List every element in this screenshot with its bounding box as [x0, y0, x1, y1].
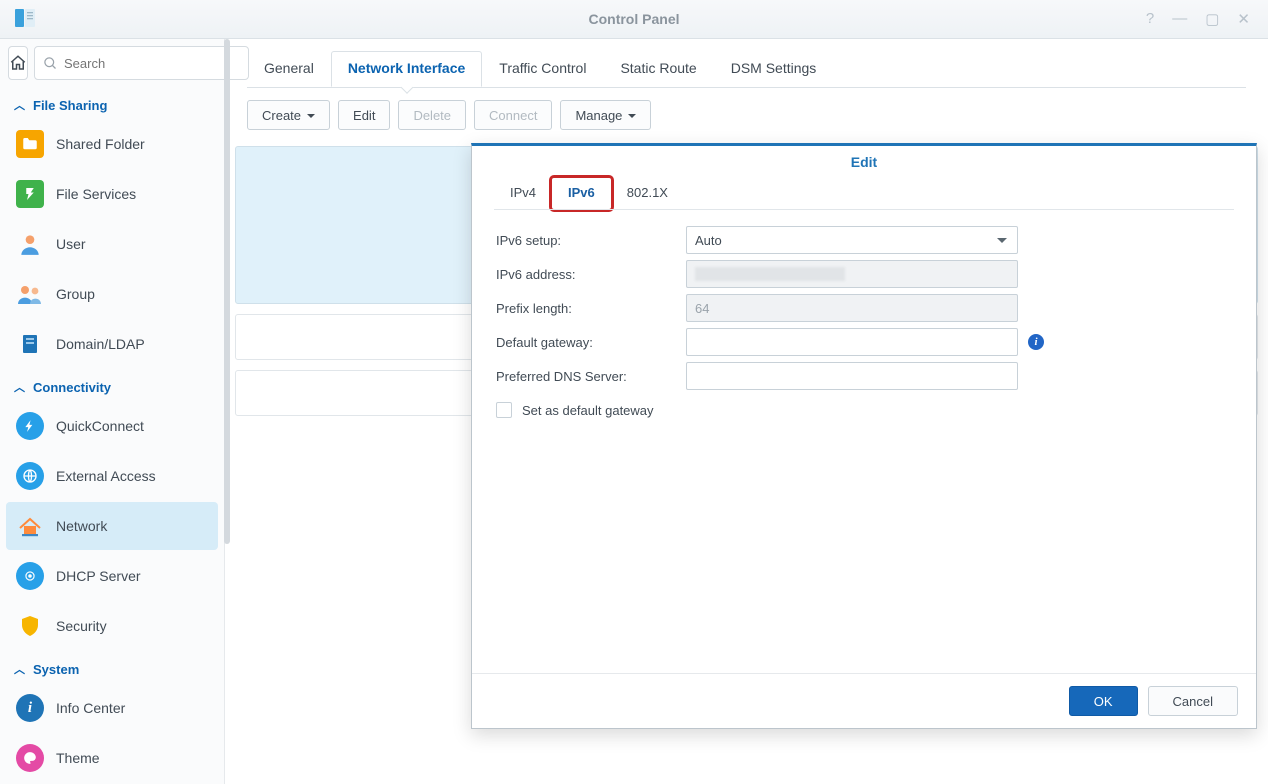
content-area: General Network Interface Traffic Contro… [225, 39, 1268, 784]
tab-static-route[interactable]: Static Route [603, 51, 713, 87]
sidebar: ︿File Sharing Shared Folder File Service… [0, 39, 225, 784]
app-icon [14, 7, 36, 31]
tab-general[interactable]: General [247, 51, 331, 87]
chevron-up-icon: ︿ [14, 661, 25, 677]
sidebar-item-group[interactable]: Group [6, 270, 218, 318]
sidebar-item-quickconnect[interactable]: QuickConnect [6, 402, 218, 450]
edit-modal: Edit IPv4 IPv6 802.1X IPv6 setup: Auto I… [471, 143, 1257, 729]
modal-tab-8021x[interactable]: 802.1X [611, 178, 684, 209]
sidebar-item-theme[interactable]: Theme [6, 734, 218, 782]
tab-network-interface[interactable]: Network Interface [331, 51, 482, 87]
set-default-gateway-checkbox[interactable] [496, 402, 512, 418]
sidebar-item-security[interactable]: Security [6, 602, 218, 650]
default-gateway-field[interactable] [686, 328, 1018, 356]
window-title: Control Panel [0, 11, 1268, 27]
home-button[interactable] [8, 46, 28, 80]
sidebar-item-external-access[interactable]: External Access [6, 452, 218, 500]
ipv6-form: IPv6 setup: Auto IPv6 address: Prefix le… [472, 210, 1256, 432]
modal-tabs: IPv4 IPv6 802.1X [472, 176, 1256, 209]
search-input[interactable] [34, 46, 249, 80]
search-field[interactable] [64, 56, 240, 71]
connect-button: Connect [474, 100, 552, 130]
sidebar-item-domain-ldap[interactable]: Domain/LDAP [6, 320, 218, 368]
dns-server-field[interactable] [686, 362, 1018, 390]
set-default-gateway-label: Set as default gateway [522, 403, 654, 418]
sidebar-item-dhcp-server[interactable]: DHCP Server [6, 552, 218, 600]
prefix-length-field: 64 [686, 294, 1018, 322]
search-icon [43, 56, 58, 71]
ipv6-address-label: IPv6 address: [496, 267, 686, 282]
modal-title: Edit [472, 146, 1256, 176]
maximize-icon[interactable]: ▢ [1205, 10, 1219, 28]
sidebar-item-shared-folder[interactable]: Shared Folder [6, 120, 218, 168]
minimize-icon[interactable]: — [1172, 10, 1187, 28]
edit-button[interactable]: Edit [338, 100, 390, 130]
ipv6-setup-label: IPv6 setup: [496, 233, 686, 248]
dns-server-label: Preferred DNS Server: [496, 369, 686, 384]
delete-button: Delete [398, 100, 466, 130]
toolbar: Create Edit Delete Connect Manage [225, 88, 1268, 130]
create-button[interactable]: Create [247, 100, 330, 130]
close-icon[interactable]: ✕ [1237, 10, 1250, 28]
help-icon[interactable]: ? [1146, 10, 1154, 28]
cancel-button[interactable]: Cancel [1148, 686, 1238, 716]
ok-button[interactable]: OK [1069, 686, 1138, 716]
modal-tab-ipv4[interactable]: IPv4 [494, 178, 552, 209]
section-system[interactable]: ︿System [0, 651, 224, 683]
chevron-up-icon: ︿ [14, 379, 25, 395]
tab-traffic-control[interactable]: Traffic Control [482, 51, 603, 87]
section-file-sharing[interactable]: ︿File Sharing [0, 87, 224, 119]
prefix-length-label: Prefix length: [496, 301, 686, 316]
title-bar: Control Panel ? — ▢ ✕ [0, 0, 1268, 39]
ipv6-address-field [686, 260, 1018, 288]
chevron-up-icon: ︿ [14, 97, 25, 113]
top-tabs: General Network Interface Traffic Contro… [225, 39, 1268, 87]
modal-tab-ipv6[interactable]: IPv6 [552, 178, 611, 209]
sidebar-item-user[interactable]: User [6, 220, 218, 268]
manage-button[interactable]: Manage [560, 100, 651, 130]
info-icon[interactable]: i [1028, 334, 1044, 350]
ipv6-setup-select[interactable]: Auto [686, 226, 1018, 254]
sidebar-item-info-center[interactable]: iInfo Center [6, 684, 218, 732]
sidebar-item-file-services[interactable]: File Services [6, 170, 218, 218]
default-gateway-label: Default gateway: [496, 335, 686, 350]
section-connectivity[interactable]: ︿Connectivity [0, 369, 224, 401]
tab-dsm-settings[interactable]: DSM Settings [714, 51, 834, 87]
sidebar-item-network[interactable]: Network [6, 502, 218, 550]
